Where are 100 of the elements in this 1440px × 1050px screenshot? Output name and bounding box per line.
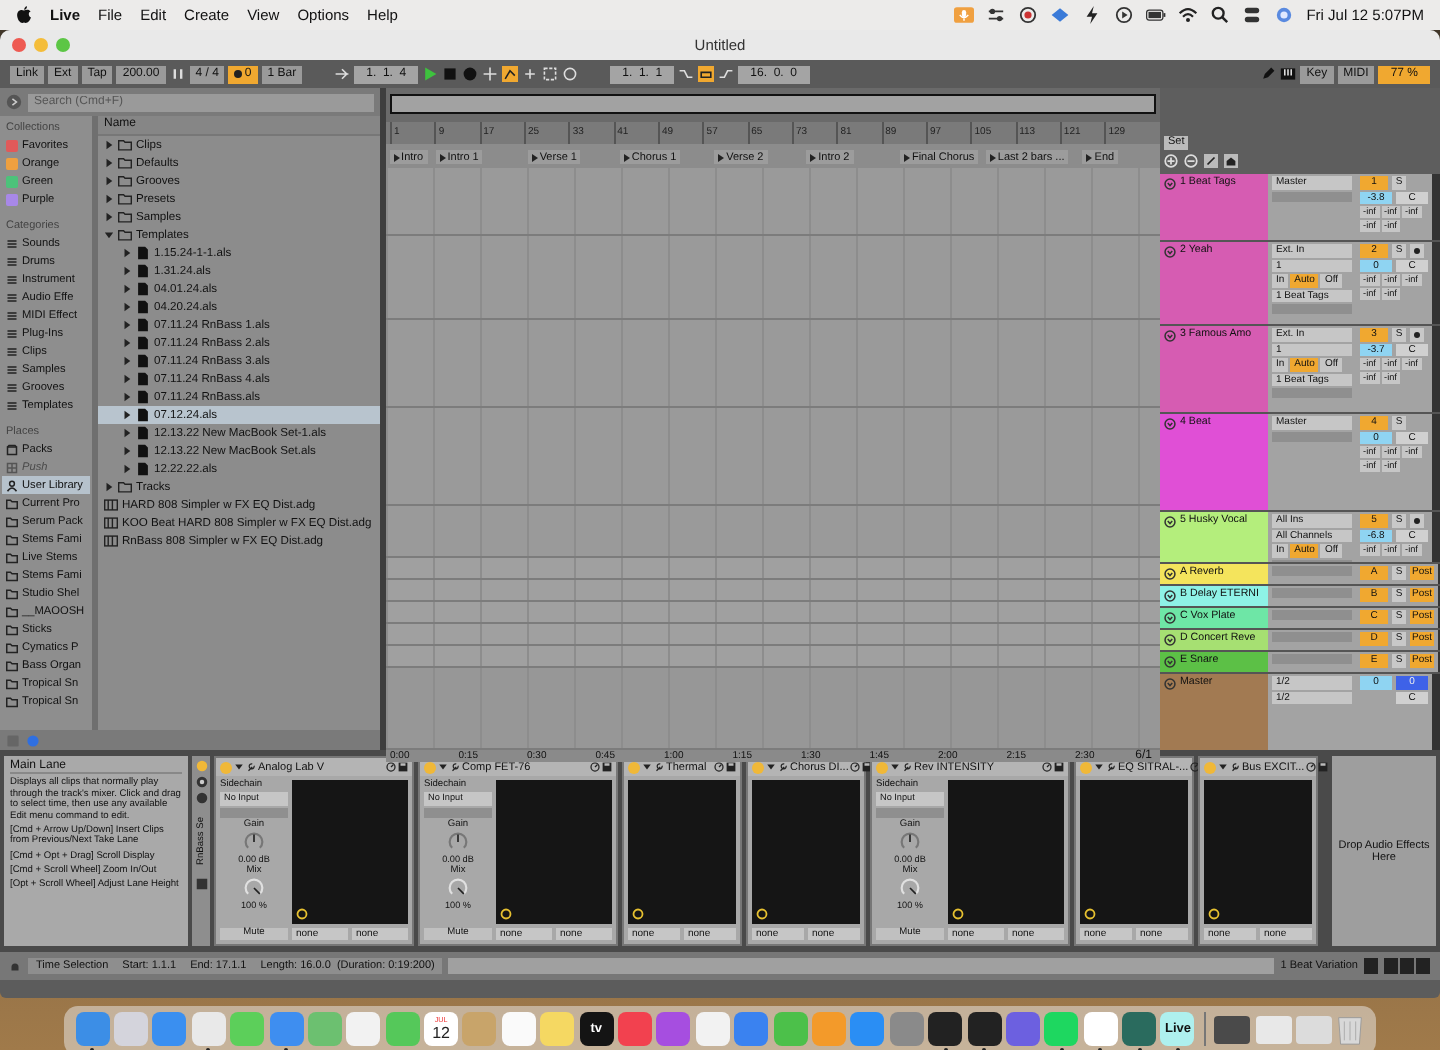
record-icon[interactable] (1018, 6, 1039, 24)
fold-button[interactable] (1164, 567, 1176, 579)
category-icon (6, 291, 18, 303)
close-button[interactable] (12, 38, 26, 52)
orb-icon[interactable] (1274, 6, 1295, 24)
ring-icon[interactable] (756, 907, 768, 919)
save-icon[interactable] (195, 878, 207, 890)
circle-icon[interactable] (195, 776, 207, 788)
bell-icon[interactable] (8, 959, 22, 973)
keyboard-icon[interactable] (1280, 66, 1297, 82)
ring-icon[interactable] (296, 907, 308, 919)
dial-icon[interactable] (714, 762, 724, 772)
empty-field (1272, 191, 1352, 201)
window-thumbnail[interactable] (1214, 1016, 1251, 1044)
track-lane[interactable] (386, 506, 1160, 558)
follow-icon[interactable] (334, 66, 351, 82)
plus-icon[interactable] (522, 66, 539, 82)
sliders-icon[interactable] (986, 6, 1007, 24)
overview-bar[interactable] (390, 94, 1156, 114)
dial-icon[interactable] (850, 762, 861, 772)
circle-icon[interactable] (562, 66, 579, 82)
fold-button[interactable] (1164, 655, 1176, 667)
punch-out-icon[interactable] (718, 66, 735, 82)
nudge-icon[interactable] (169, 66, 186, 82)
preset-icon (104, 498, 118, 512)
app-icon[interactable] (928, 1012, 963, 1046)
battery-icon[interactable] (1146, 6, 1167, 24)
window-thumbnail[interactable] (1255, 1016, 1292, 1044)
fold-button[interactable] (1164, 589, 1176, 601)
gain-knob[interactable] (900, 831, 920, 851)
circle-icon[interactable] (195, 792, 207, 804)
dial-icon[interactable] (1042, 762, 1052, 772)
caret-icon[interactable] (1218, 762, 1228, 772)
track-lane[interactable] (386, 580, 1160, 602)
arm-button[interactable] (1410, 514, 1424, 527)
wrench-icon[interactable] (1106, 762, 1116, 772)
save-icon[interactable] (726, 762, 736, 772)
diamond-icon[interactable] (1050, 6, 1071, 24)
wrench-icon[interactable] (450, 762, 460, 772)
track-lane[interactable] (386, 408, 1160, 506)
minus-circle-icon[interactable] (1184, 154, 1198, 168)
track-lane[interactable] (386, 168, 1160, 236)
track-lane[interactable] (386, 320, 1160, 408)
track-lane[interactable] (386, 624, 1160, 646)
expand-icon[interactable] (1204, 154, 1218, 168)
plus-circle-icon[interactable] (1164, 154, 1178, 168)
arm-button[interactable] (1410, 244, 1424, 257)
wrench-icon[interactable] (1230, 762, 1240, 772)
punch-in-icon[interactable] (678, 66, 695, 82)
fold-button[interactable] (1164, 611, 1176, 623)
ring-icon[interactable] (952, 907, 964, 919)
wrench-icon[interactable] (246, 762, 256, 772)
dial-icon[interactable] (590, 762, 600, 772)
mix-knob[interactable] (448, 877, 468, 897)
save-icon[interactable] (398, 762, 408, 772)
loop-button[interactable] (698, 66, 715, 82)
plus-icon[interactable] (482, 66, 499, 82)
toggles-icon[interactable] (1242, 6, 1263, 24)
automation-arm-button[interactable] (502, 66, 519, 82)
home-icon[interactable] (1224, 154, 1238, 168)
fold-button[interactable] (1164, 633, 1176, 645)
wifi-icon[interactable] (1178, 6, 1199, 24)
wrench-icon[interactable] (654, 762, 664, 772)
dial-icon[interactable] (1306, 762, 1317, 772)
bolt-icon[interactable] (1082, 6, 1103, 24)
save-icon[interactable] (1054, 762, 1064, 772)
dial-icon[interactable] (1190, 762, 1201, 772)
gain-knob[interactable] (448, 831, 468, 851)
ring-icon[interactable] (1208, 907, 1220, 919)
arm-button[interactable] (1410, 328, 1424, 341)
track-lane[interactable] (386, 558, 1160, 580)
track-lane[interactable] (386, 236, 1160, 320)
wrench-icon[interactable] (902, 762, 912, 772)
stop-button[interactable] (442, 66, 459, 82)
search-icon[interactable] (1210, 6, 1231, 24)
wrench-icon[interactable] (778, 762, 788, 772)
logo-icon[interactable] (16, 6, 32, 24)
record-button[interactable] (462, 66, 479, 82)
app-icon[interactable] (967, 1012, 1002, 1046)
frame-icon[interactable] (542, 66, 559, 82)
play-button[interactable] (422, 66, 439, 82)
fold-button[interactable] (1164, 515, 1176, 527)
caret-icon[interactable] (234, 762, 244, 772)
ring-icon[interactable] (500, 907, 512, 919)
category-icon (6, 273, 18, 285)
browser-toggle-icon[interactable] (6, 94, 22, 110)
window-thumbnail[interactable] (1296, 1016, 1333, 1044)
ring-icon[interactable] (1084, 907, 1096, 919)
dial-icon[interactable] (386, 762, 396, 772)
mix-knob[interactable] (900, 877, 920, 897)
save-icon[interactable] (1318, 762, 1329, 772)
track-lane[interactable] (386, 602, 1160, 624)
track-lane[interactable] (386, 668, 1160, 750)
view-toggles-icon[interactable] (1364, 958, 1432, 974)
ring-icon[interactable] (632, 907, 644, 919)
mix-knob[interactable] (244, 877, 264, 897)
track-lane[interactable] (386, 646, 1160, 668)
save-icon[interactable] (602, 762, 612, 772)
play-circle-icon[interactable] (1114, 6, 1135, 24)
gain-knob[interactable] (244, 831, 264, 851)
